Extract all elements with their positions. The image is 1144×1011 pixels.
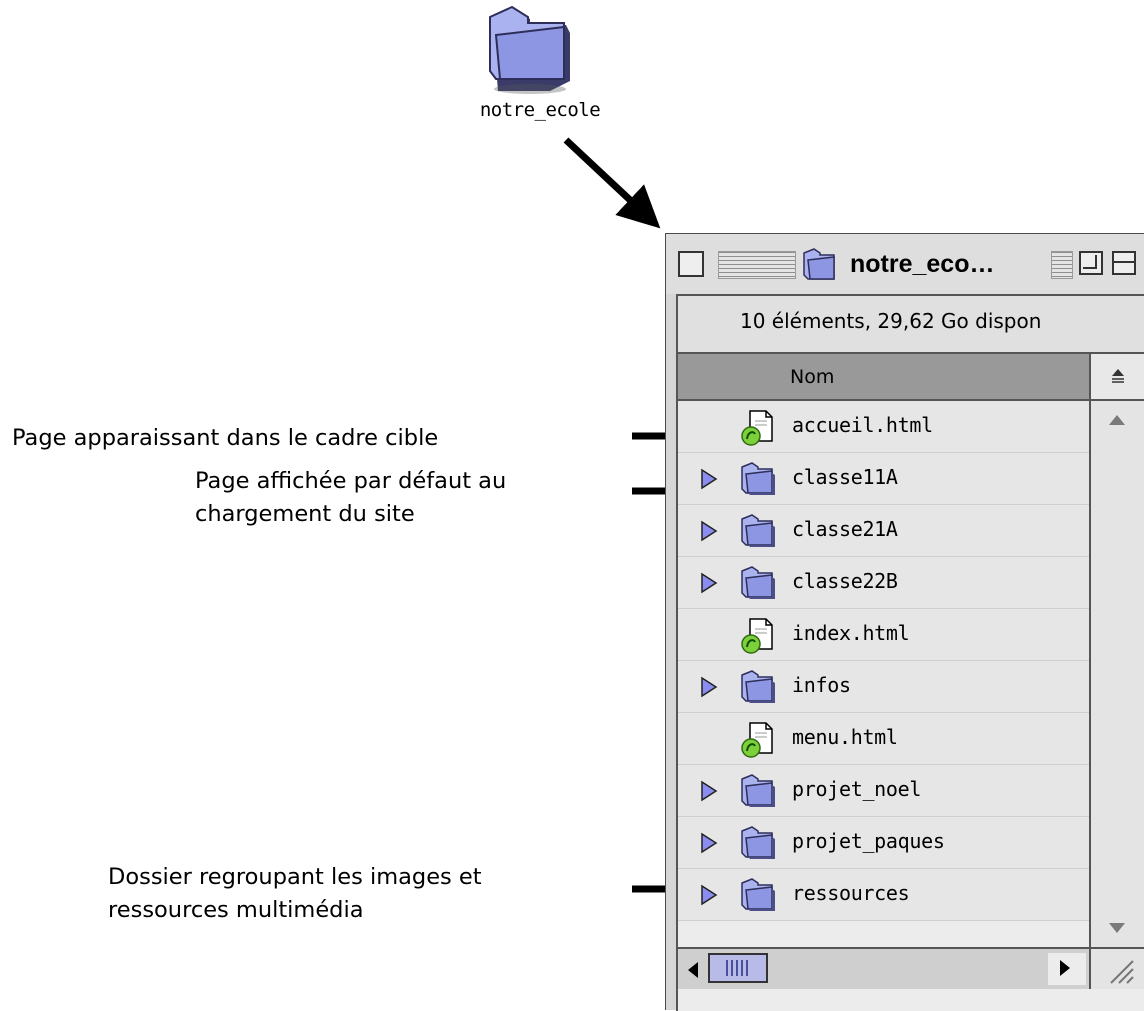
annotation-index-line2: chargement du site	[195, 501, 415, 527]
list-item[interactable]: infos	[678, 661, 1089, 713]
resize-grip[interactable]	[1089, 947, 1144, 989]
file-name: projet_noel	[792, 777, 922, 801]
file-name: infos	[792, 673, 851, 697]
folder-icon	[738, 773, 778, 813]
file-name: classe22B	[792, 569, 898, 593]
column-header-nom[interactable]: Nom	[678, 354, 1089, 401]
disclosure-triangle-icon[interactable]	[700, 780, 718, 806]
finder-window: notre_eco… 10 éléments, 29,62 Go dispon …	[665, 233, 1144, 1011]
scroll-up-icon[interactable]	[1107, 413, 1127, 427]
disclosure-triangle-icon[interactable]	[700, 572, 718, 598]
dreamweaver-html-icon	[738, 409, 778, 451]
disclosure-triangle-icon[interactable]	[700, 884, 718, 910]
scroll-thumb[interactable]	[708, 953, 768, 983]
folder-icon	[738, 825, 778, 865]
collapse-box-icon[interactable]	[1112, 251, 1136, 275]
folder-icon	[738, 877, 778, 917]
window-title: notre_eco…	[850, 250, 995, 278]
vertical-scrollbar[interactable]	[1089, 401, 1144, 947]
title-bar[interactable]: notre_eco…	[666, 234, 1144, 294]
file-name: index.html	[792, 621, 910, 645]
folder-icon	[738, 565, 778, 605]
list-item[interactable]: menu.html	[678, 713, 1089, 765]
sort-icon	[1112, 369, 1124, 383]
file-name: classe21A	[792, 517, 898, 541]
scroll-left-icon[interactable]	[686, 961, 700, 979]
folder-icon	[738, 461, 778, 501]
list-item[interactable]: projet_noel	[678, 765, 1089, 817]
file-name: projet_paques	[792, 829, 945, 853]
list-item[interactable]: classe21A	[678, 505, 1089, 557]
file-name: classe11A	[792, 465, 898, 489]
list-item[interactable]: projet_paques	[678, 817, 1089, 869]
disclosure-triangle-icon[interactable]	[700, 468, 718, 494]
file-name: menu.html	[792, 725, 898, 749]
arrow-icon	[563, 137, 661, 229]
list-item[interactable]: accueil.html	[678, 401, 1089, 453]
scroll-down-icon[interactable]	[1107, 921, 1127, 935]
resize-grip-icon	[1110, 960, 1134, 984]
horizontal-scrollbar[interactable]	[678, 947, 1089, 989]
disclosure-triangle-icon[interactable]	[700, 832, 718, 858]
column-header-label: Nom	[790, 366, 835, 388]
file-name: ressources	[792, 881, 910, 905]
zoom-box-icon[interactable]	[1079, 251, 1103, 275]
title-stripes	[718, 251, 796, 279]
scroll-right-button[interactable]	[1048, 953, 1086, 985]
disclosure-triangle-icon[interactable]	[700, 520, 718, 546]
folder-icon	[738, 669, 778, 709]
annotation-accueil: Page apparaissant dans le cadre cible	[12, 425, 439, 451]
annotation-index-line1: Page affichée par défaut au	[195, 468, 507, 494]
title-stripes	[1051, 251, 1073, 279]
sort-order-button[interactable]	[1089, 354, 1144, 401]
list-item[interactable]: classe22B	[678, 557, 1089, 609]
folder-icon	[803, 248, 835, 280]
window-content: 10 éléments, 29,62 Go dispon Nom accueil…	[676, 294, 1144, 1011]
scroll-right-icon	[1060, 960, 1070, 976]
disclosure-triangle-icon[interactable]	[700, 676, 718, 702]
list-item[interactable]: classe11A	[678, 453, 1089, 505]
close-box-icon[interactable]	[678, 251, 704, 277]
list-item[interactable]: index.html	[678, 609, 1089, 661]
file-list: accueil.html classe11A classe21A classe22B i…	[678, 401, 1089, 921]
info-bar: 10 éléments, 29,62 Go dispon	[678, 296, 1144, 354]
folder-icon	[738, 513, 778, 553]
dreamweaver-html-icon	[738, 721, 778, 763]
annotation-ressources-line2: ressources multimédia	[108, 897, 364, 923]
annotation-ressources-line1: Dossier regroupant les images et	[108, 864, 482, 890]
dreamweaver-html-icon	[738, 617, 778, 659]
info-text: 10 éléments, 29,62 Go dispon	[740, 309, 1042, 333]
file-name: accueil.html	[792, 413, 933, 437]
list-item[interactable]: ressources	[678, 869, 1089, 921]
